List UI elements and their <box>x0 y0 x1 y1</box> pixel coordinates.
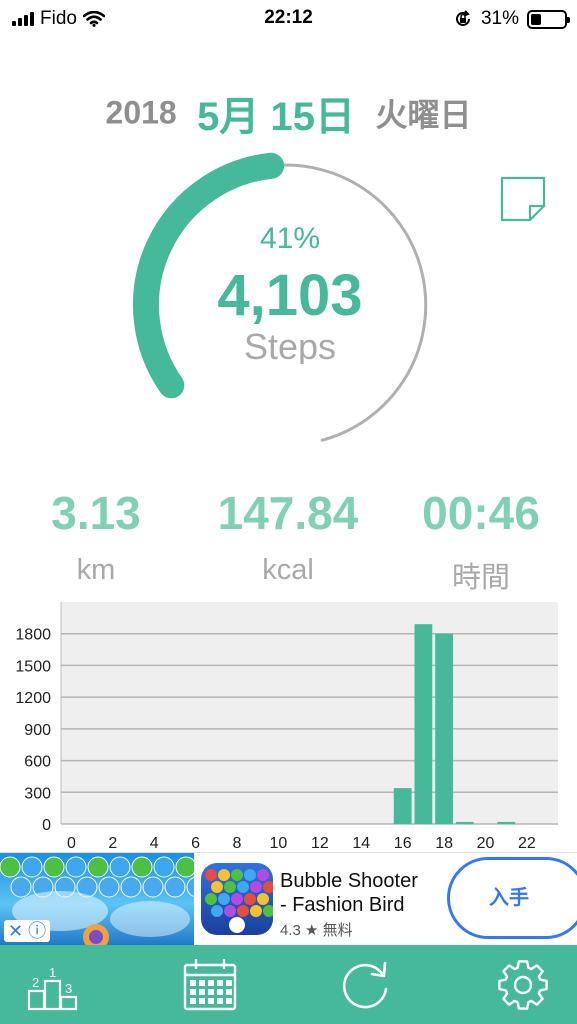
y-tick-label: 1800 <box>15 627 51 644</box>
x-tick-label: 12 <box>311 835 329 852</box>
tab-bar: 2 1 3 <box>0 945 577 1024</box>
x-tick-label: 2 <box>108 835 117 852</box>
app-icon-art <box>205 869 273 933</box>
step-count: 4,103 <box>217 263 363 328</box>
ad-close-button[interactable]: ✕ ⓘ <box>4 920 51 942</box>
x-tick-label: 0 <box>67 835 76 852</box>
y-tick-label: 1500 <box>15 658 51 675</box>
ad-banner[interactable]: ✕ ⓘ Bubble Shooter - Fashion Bird 4.3 ★ … <box>0 852 577 946</box>
stats-row: 3.13 km 147.84 kcal 00:46 時間 <box>0 486 577 596</box>
x-tick-label: 14 <box>352 835 370 852</box>
ad-get-button[interactable]: 入手 <box>447 857 577 939</box>
ad-title-line2: - Fashion Bird <box>280 894 405 916</box>
calories-stat: 147.84 kcal <box>188 486 388 587</box>
ranking-icon[interactable]: 2 1 3 <box>25 957 81 1013</box>
refresh-icon[interactable] <box>338 957 394 1013</box>
y-tick-label: 300 <box>24 785 51 802</box>
y-tick-label: 900 <box>24 722 51 739</box>
gear-icon[interactable] <box>495 957 551 1013</box>
ad-app-icon[interactable] <box>201 863 273 935</box>
calories-unit: kcal <box>262 554 314 586</box>
svg-text:3: 3 <box>65 981 72 996</box>
y-tick-label: 0 <box>42 817 51 834</box>
svg-text:1: 1 <box>49 965 56 980</box>
ad-title-line1: Bubble Shooter <box>280 870 418 892</box>
y-tick-label: 1200 <box>15 690 51 707</box>
x-tick-label: 20 <box>477 835 495 852</box>
distance-stat: 3.13 km <box>0 486 196 587</box>
distance-unit: km <box>76 554 116 586</box>
bar-hour-21 <box>497 821 516 824</box>
x-tick-label: 18 <box>435 835 453 852</box>
time-value: 00:46 <box>422 487 540 539</box>
ad-rating: 4.3 ★ 無料 <box>280 922 353 939</box>
x-tick-label: 8 <box>233 835 242 852</box>
hourly-steps-chart: 0 300 600 900 1200 1500 1800 0 2 4 6 8 10 12 14 16 18 20 2… <box>15 602 558 852</box>
bar-hour-16 <box>393 788 412 824</box>
bar-hour-18 <box>435 633 453 824</box>
x-tick-label: 6 <box>191 835 200 852</box>
x-tick-label: 16 <box>394 835 412 852</box>
x-tick-label: 10 <box>270 835 288 852</box>
ad-game-image[interactable]: ✕ ⓘ <box>0 853 194 946</box>
time-stat: 00:46 時間 <box>381 486 577 596</box>
ad-title[interactable]: Bubble Shooter - Fashion Bird <box>280 869 418 917</box>
x-tick-label: 22 <box>518 835 536 852</box>
calendar-icon[interactable] <box>182 957 238 1013</box>
distance-value: 3.13 <box>51 487 141 539</box>
plot-area <box>61 602 558 824</box>
bar-hour-17 <box>414 624 433 824</box>
svg-text:2: 2 <box>32 975 39 990</box>
y-tick-label: 600 <box>24 754 51 771</box>
progress-percent: 41% <box>259 222 321 255</box>
x-tick-label: 4 <box>150 835 159 852</box>
steps-label: Steps <box>243 326 337 364</box>
bar-hour-19 <box>455 821 474 824</box>
calories-value: 147.84 <box>217 487 359 539</box>
